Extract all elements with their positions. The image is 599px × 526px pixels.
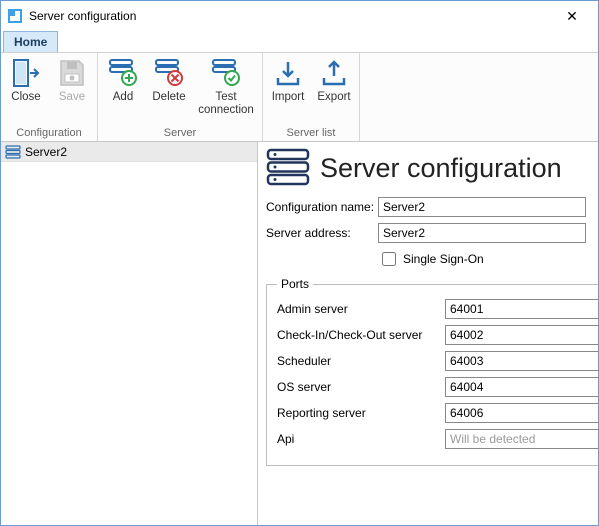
cico-port-input[interactable]: [446, 326, 598, 344]
admin-port-input[interactable]: [446, 300, 598, 318]
save-label: Save: [59, 91, 85, 104]
reporting-port-label: Reporting server: [277, 406, 445, 420]
server-tree: Server2: [1, 142, 258, 525]
server-address-label: Server address:: [266, 226, 378, 240]
ribbon-group-serverlist: Import Export Server list: [263, 53, 360, 141]
api-port-label: Api: [277, 432, 445, 446]
close-door-icon: [12, 57, 40, 89]
tree-item-label: Server2: [25, 145, 67, 159]
test-connection-button[interactable]: Test connection: [194, 55, 258, 118]
server-icon: [5, 145, 21, 159]
api-port-input: [446, 430, 598, 448]
heading: Server configuration: [266, 148, 586, 189]
scheduler-port-spinner[interactable]: ▲▼: [445, 351, 598, 371]
reporting-port-spinner[interactable]: ▲▼: [445, 403, 598, 423]
server-add-icon: [107, 57, 139, 89]
group-label-server: Server: [102, 126, 258, 140]
server-delete-icon: [153, 57, 185, 89]
ribbon: Close Save Configuration Add: [1, 53, 598, 142]
server-test-icon: [210, 57, 242, 89]
api-port-spinner: ▲▼: [445, 429, 598, 449]
test-label: Test connection: [194, 91, 258, 116]
group-label-configuration: Configuration: [5, 126, 93, 140]
main-panel: Server configuration Configuration name:…: [258, 142, 598, 525]
export-button[interactable]: Export: [313, 55, 355, 106]
close-label: Close: [11, 91, 40, 104]
import-label: Import: [272, 91, 305, 104]
export-label: Export: [317, 91, 350, 104]
save-button: Save: [51, 55, 93, 106]
ports-group: Ports Admin server ▲▼ Check-In/Check-Out…: [266, 277, 598, 466]
app-icon: [7, 8, 23, 24]
server-address-input[interactable]: [378, 223, 586, 243]
import-icon: [274, 57, 302, 89]
tab-home[interactable]: Home: [3, 31, 58, 52]
config-name-input[interactable]: [378, 197, 586, 217]
server-large-icon: [266, 148, 310, 189]
delete-button[interactable]: Delete: [148, 55, 190, 106]
ribbon-group-server: Add Delete Test connection Server: [98, 53, 263, 141]
sso-label: Single Sign-On: [403, 252, 484, 266]
ribbon-group-configuration: Close Save Configuration: [1, 53, 98, 141]
sso-checkbox[interactable]: [382, 252, 396, 266]
tree-item-server2[interactable]: Server2: [1, 142, 257, 162]
config-name-label: Configuration name:: [266, 200, 378, 214]
os-port-spinner[interactable]: ▲▼: [445, 377, 598, 397]
workarea: Server2 Server configuration Configurati…: [1, 142, 598, 525]
page-title: Server configuration: [320, 153, 562, 184]
delete-label: Delete: [152, 91, 185, 104]
group-label-serverlist: Server list: [267, 126, 355, 140]
save-floppy-icon: [58, 57, 86, 89]
titlebar: Server configuration ✕: [1, 1, 598, 31]
admin-port-label: Admin server: [277, 302, 445, 316]
reporting-port-input[interactable]: [446, 404, 598, 422]
export-icon: [320, 57, 348, 89]
cico-port-spinner[interactable]: ▲▼: [445, 325, 598, 345]
ribbon-tabstrip: Home: [1, 31, 598, 53]
import-button[interactable]: Import: [267, 55, 309, 106]
admin-port-spinner[interactable]: ▲▼: [445, 299, 598, 319]
os-port-label: OS server: [277, 380, 445, 394]
scheduler-port-label: Scheduler: [277, 354, 445, 368]
os-port-input[interactable]: [446, 378, 598, 396]
ports-legend: Ports: [277, 277, 313, 291]
window-title: Server configuration: [29, 9, 136, 23]
scheduler-port-input[interactable]: [446, 352, 598, 370]
add-button[interactable]: Add: [102, 55, 144, 106]
cico-port-label: Check-In/Check-Out server: [277, 328, 445, 342]
add-label: Add: [113, 91, 133, 104]
window-close-button[interactable]: ✕: [552, 8, 592, 25]
close-button[interactable]: Close: [5, 55, 47, 106]
